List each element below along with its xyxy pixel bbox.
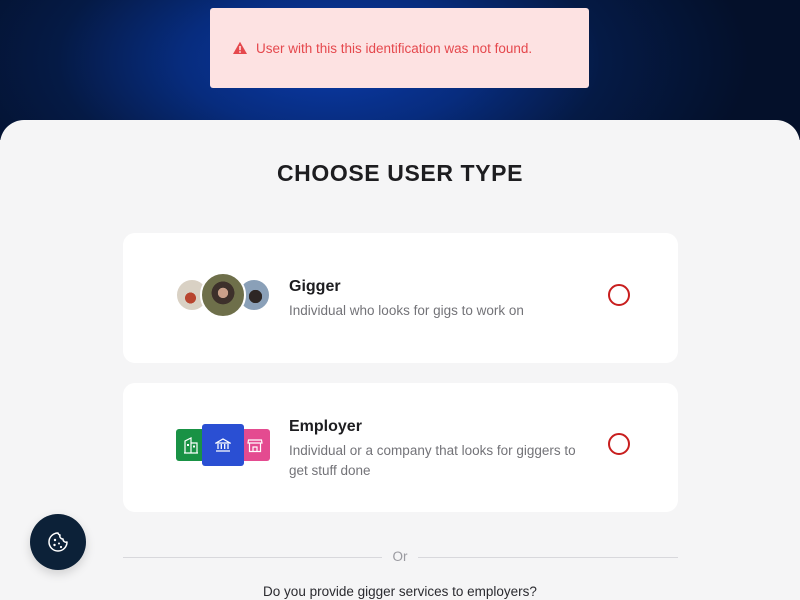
bank-icon [202,424,244,466]
divider-line [123,557,382,558]
store-icon [240,429,270,461]
option-title: Gigger [289,278,341,295]
avatar [200,272,246,318]
warning-icon [232,40,248,56]
service-provider-prompt[interactable]: Do you provide gigger services to employ… [0,584,800,599]
radio-button-employer[interactable] [608,433,630,455]
cookie-settings-button[interactable] [30,514,86,570]
error-alert-message: User with this this identification was n… [256,40,533,56]
page-title: CHOOSE USER TYPE [276,160,524,186]
user-type-option-employer[interactable]: Employer Individual or a company that lo… [123,383,678,512]
cookie-icon [47,531,69,553]
option-description: Individual or a company that looks for g… [289,443,576,478]
user-type-option-gigger[interactable]: Gigger Individual who looks for gigs to … [123,233,678,363]
option-title: Employer [289,418,362,435]
option-description: Individual who looks for gigs to work on [289,303,524,318]
divider-label: Or [392,549,408,564]
error-alert: User with this this identification was n… [210,8,589,88]
radio-button-gigger[interactable] [608,284,630,306]
divider-line [418,557,678,558]
